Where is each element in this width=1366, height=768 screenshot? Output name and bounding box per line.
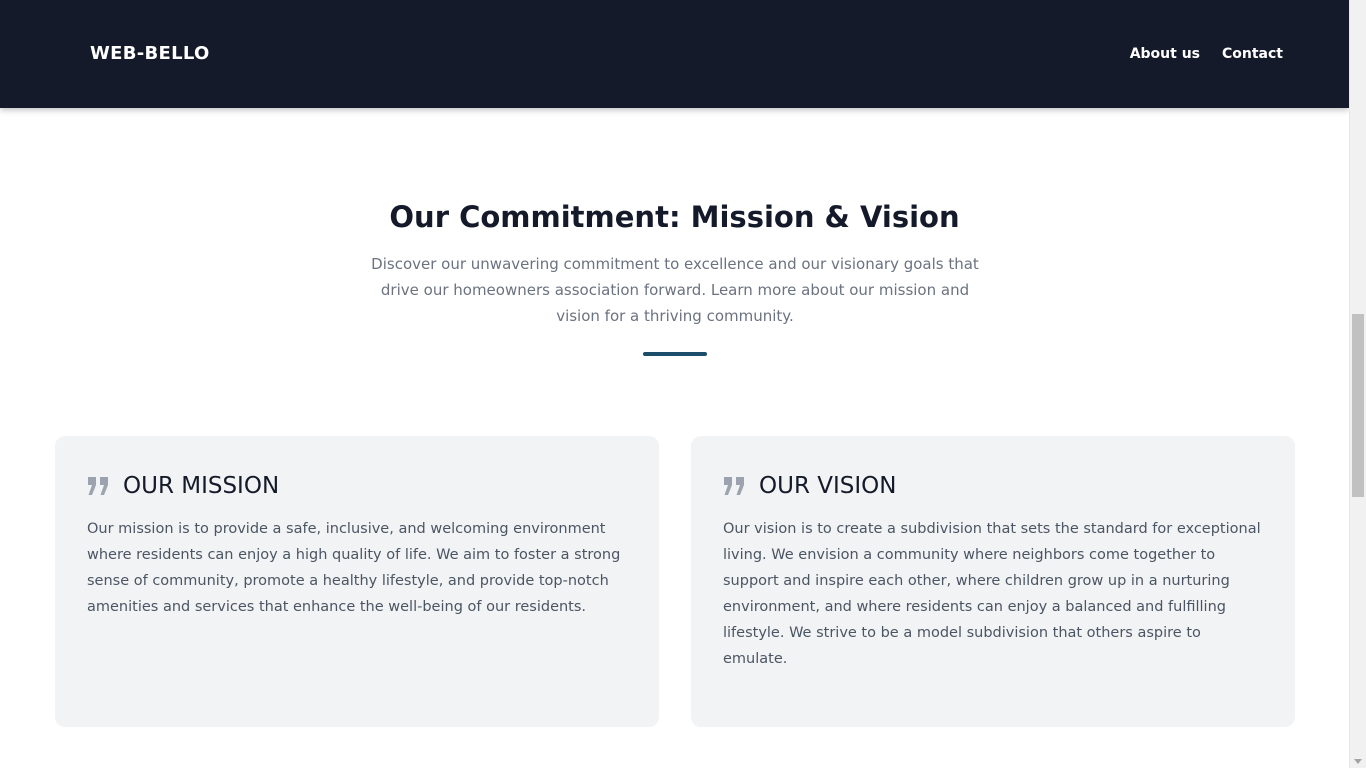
vision-card: OUR VISION Our vision is to create a sub…	[691, 436, 1295, 727]
section-title: Our Commitment: Mission & Vision	[389, 200, 960, 234]
nav-link-about-us[interactable]: About us	[1130, 45, 1200, 63]
page: WEB-BELLO About us Contact Our Commitmen…	[0, 0, 1349, 768]
nav-links: About us Contact	[1130, 45, 1283, 63]
vertical-scrollbar[interactable]	[1349, 0, 1366, 768]
mission-card-header: OUR MISSION	[87, 472, 627, 500]
mission-card: OUR MISSION Our mission is to provide a …	[55, 436, 659, 727]
brand-logo-link[interactable]: WEB-BELLO	[90, 43, 210, 65]
mission-text: Our mission is to provide a safe, inclus…	[87, 521, 621, 615]
vision-text: Our vision is to create a subdivision th…	[723, 521, 1261, 667]
section-divider	[643, 352, 707, 356]
nav-link-contact[interactable]: Contact	[1222, 45, 1283, 63]
scroll-down-arrow-icon[interactable]	[1354, 759, 1362, 764]
quote-icon	[724, 477, 744, 495]
scrollbar-thumb[interactable]	[1352, 314, 1364, 497]
vision-card-header: OUR VISION	[723, 472, 1263, 500]
mission-title: OUR MISSION	[123, 473, 280, 499]
quote-icon	[88, 477, 108, 495]
section-description: Discover our unwavering commitment to ex…	[371, 255, 979, 325]
navbar: WEB-BELLO About us Contact	[0, 0, 1349, 108]
browser-viewport: WEB-BELLO About us Contact Our Commitmen…	[0, 0, 1366, 768]
vision-title: OUR VISION	[759, 473, 897, 499]
